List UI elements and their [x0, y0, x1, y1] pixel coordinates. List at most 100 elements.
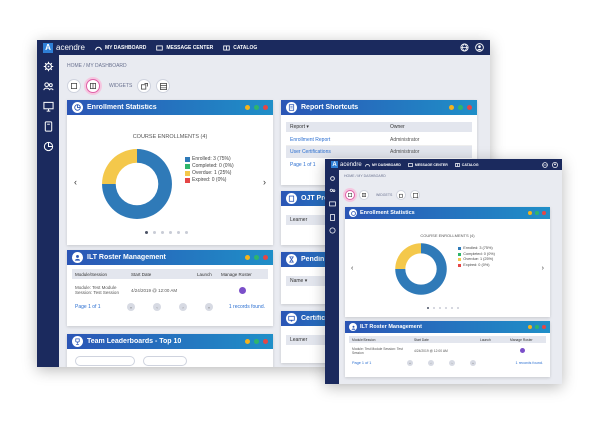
single-column-button[interactable] — [67, 79, 81, 93]
sidebar-item-users[interactable] — [329, 188, 336, 195]
prev-page-button[interactable]: ‹ — [428, 360, 434, 366]
minimize-button[interactable] — [528, 325, 532, 329]
carousel-dot[interactable] — [169, 231, 172, 234]
carousel-dot[interactable] — [439, 307, 441, 309]
carousel-dot[interactable] — [177, 231, 180, 234]
prev-page-button[interactable]: ‹ — [153, 303, 161, 311]
nav-catalog[interactable]: CATALOG — [454, 163, 479, 167]
first-page-button[interactable]: « — [127, 303, 135, 311]
message-icon — [408, 162, 413, 167]
manage-widgets-button[interactable] — [156, 79, 171, 93]
manage-widgets-button[interactable] — [410, 190, 421, 200]
minimize-button[interactable] — [245, 105, 250, 110]
column-header-report[interactable]: Report ▾ — [290, 124, 390, 130]
nav-message-center[interactable]: MESSAGE CENTER — [156, 45, 213, 51]
settings-button[interactable] — [254, 255, 259, 260]
chart-legend: Enrolled: 3 (75%) Completed: 0 (0%) Overdu… — [458, 246, 495, 268]
sidebar-item-book[interactable] — [329, 214, 336, 221]
page-indicator: Page 1 of 1 — [352, 361, 372, 365]
legend-item: Expired: 0 (0%) — [185, 177, 234, 184]
carousel-dot[interactable] — [457, 307, 459, 309]
minimize-button[interactable] — [528, 211, 532, 215]
carousel-prev-button[interactable]: ‹ — [74, 177, 77, 187]
last-page-button[interactable]: » — [205, 303, 213, 311]
carousel-next-button[interactable]: › — [263, 177, 266, 187]
close-button[interactable] — [467, 105, 472, 110]
column-header: Module/Session — [75, 271, 108, 277]
two-column-button[interactable] — [359, 190, 369, 200]
carousel-dot[interactable] — [445, 307, 447, 309]
report-link[interactable]: Enrollment Report — [290, 137, 390, 143]
settings-button[interactable] — [458, 105, 463, 110]
filter-select[interactable] — [75, 356, 135, 366]
app-logo[interactable]: A acendre — [331, 161, 365, 168]
settings-button[interactable] — [535, 211, 539, 215]
sidebar-item-monitor[interactable] — [328, 201, 336, 208]
user-avatar-icon[interactable] — [475, 43, 484, 52]
two-column-icon — [362, 193, 366, 197]
minimize-button[interactable] — [245, 339, 250, 344]
globe-icon[interactable] — [460, 43, 469, 52]
close-button[interactable] — [263, 255, 268, 260]
sidebar-item-monitor[interactable] — [42, 101, 54, 112]
donut-slice-overdue[interactable] — [102, 149, 137, 184]
ilt-panel-icon — [72, 252, 83, 263]
nav-dashboard[interactable]: MY DASHBOARD — [95, 45, 146, 51]
donut-slice-overdue[interactable] — [395, 243, 421, 269]
nav-dashboard[interactable]: MY DASHBOARD — [365, 163, 401, 167]
pie-chart-icon — [350, 210, 356, 216]
manage-roster-button[interactable] — [239, 286, 246, 294]
carousel-dot[interactable] — [433, 307, 435, 309]
sidebar-item-reports[interactable] — [328, 227, 336, 234]
sidebar-item-reports[interactable] — [43, 141, 54, 152]
next-page-button[interactable]: › — [179, 303, 187, 311]
chart-title: COURSE ENROLLMENTS (4) — [420, 233, 475, 238]
add-widget-button[interactable] — [137, 79, 152, 93]
logo-mark-icon: A — [43, 42, 53, 53]
settings-button[interactable] — [254, 339, 259, 344]
carousel-dot[interactable] — [185, 231, 188, 234]
main-nav: MY DASHBOARD MESSAGE CENTER CATALOG — [365, 163, 479, 167]
page-indicator: Page 1 of 1 — [75, 304, 101, 310]
legend-swatch — [458, 252, 462, 256]
carousel-dot[interactable] — [451, 307, 453, 309]
settings-button[interactable] — [254, 105, 259, 110]
nav-message-center[interactable]: MESSAGE CENTER — [408, 163, 448, 167]
carousel-dot[interactable] — [145, 231, 148, 234]
message-icon — [156, 44, 164, 51]
carousel-prev-button[interactable]: ‹ — [351, 265, 353, 272]
certificate-icon — [288, 315, 295, 322]
settings-button[interactable] — [535, 325, 539, 329]
minimize-button[interactable] — [449, 105, 454, 110]
next-page-button[interactable]: › — [449, 360, 455, 366]
close-button[interactable] — [542, 211, 546, 215]
carousel-dot[interactable] — [153, 231, 156, 234]
first-page-button[interactable]: « — [407, 360, 413, 366]
nav-catalog[interactable]: CATALOG — [223, 45, 257, 51]
single-column-button[interactable] — [345, 190, 355, 200]
add-widget-button[interactable] — [396, 190, 407, 200]
panel-header: Enrollment Statistics — [345, 207, 550, 219]
close-button[interactable] — [263, 339, 268, 344]
carousel-dot[interactable] — [427, 307, 429, 309]
manage-roster-button[interactable] — [520, 348, 525, 353]
column-header-name[interactable]: Name ▾ — [290, 278, 307, 284]
sidebar-item-users[interactable] — [42, 81, 54, 92]
last-page-button[interactable]: » — [470, 360, 476, 366]
close-button[interactable] — [263, 105, 268, 110]
minimize-button[interactable] — [245, 255, 250, 260]
two-column-button[interactable] — [86, 79, 100, 93]
filter-select[interactable] — [143, 356, 187, 366]
app-logo[interactable]: A acendre — [43, 42, 95, 53]
table-row: Module: Test Module Session: Test Sessio… — [72, 282, 268, 298]
sidebar-item-settings[interactable] — [43, 61, 54, 72]
report-panel-icon — [286, 102, 297, 113]
user-avatar-icon[interactable] — [552, 161, 558, 168]
sidebar-item-settings[interactable] — [329, 175, 336, 182]
carousel-dot[interactable] — [161, 231, 164, 234]
globe-icon[interactable] — [542, 161, 548, 168]
sidebar-item-book[interactable] — [43, 121, 54, 132]
carousel-next-button[interactable]: › — [542, 265, 544, 272]
report-link[interactable]: User Certifications — [290, 149, 390, 155]
close-button[interactable] — [542, 325, 546, 329]
